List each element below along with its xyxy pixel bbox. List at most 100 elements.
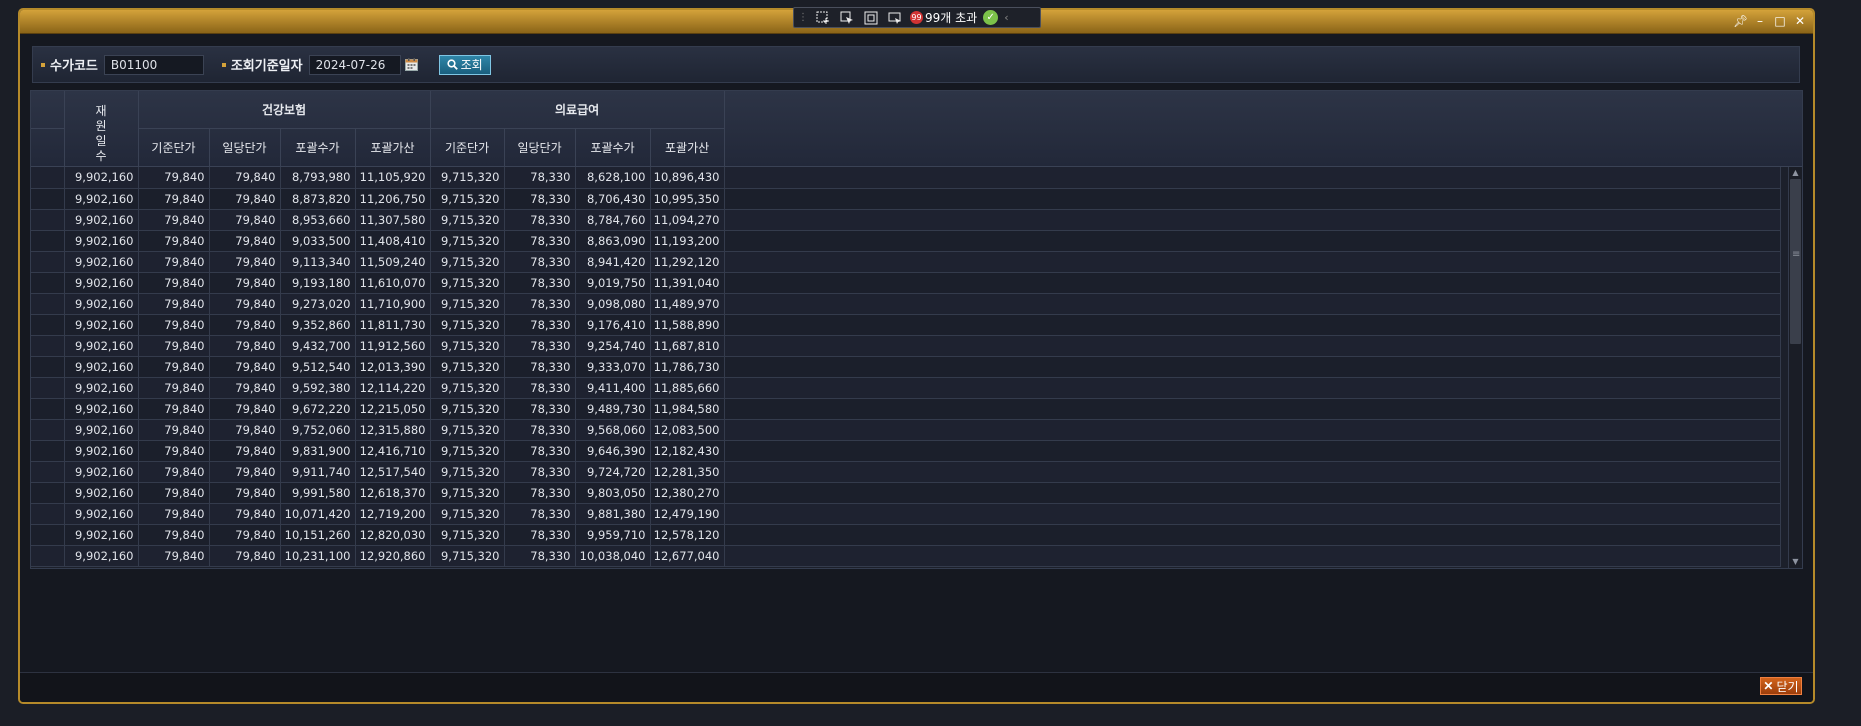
cell-base-price-aid[interactable]: 9,715,320	[430, 272, 505, 294]
cell-stay-days[interactable]: 9,902,160	[64, 440, 139, 462]
cell-bundle-addition[interactable]: 12,517,540	[355, 461, 431, 483]
cell-bundle-fee[interactable]: 9,592,380	[280, 377, 356, 399]
cell-bundle-addition-aid[interactable]: 11,786,730	[650, 356, 725, 378]
grip-icon[interactable]: ⋮	[798, 12, 808, 23]
table-row[interactable]: 9,902,160 79,840 79,840 9,831,900 12,416,710…	[31, 440, 1781, 462]
cell-base-price[interactable]: 79,840	[138, 293, 210, 315]
cell-bundle-addition[interactable]: 12,013,390	[355, 356, 431, 378]
table-row[interactable]: 9,902,160 79,840 79,840 8,793,980 11,105,920…	[31, 167, 1781, 189]
cell-bundle-addition-aid[interactable]: 11,885,660	[650, 377, 725, 399]
cell-base-price-aid[interactable]: 9,715,320	[430, 209, 505, 231]
cell-bundle-addition[interactable]: 12,215,050	[355, 398, 431, 420]
cell-stay-days[interactable]: 9,902,160	[64, 230, 139, 252]
cell-stay-days[interactable]: 9,902,160	[64, 335, 139, 357]
frame-select-icon[interactable]	[862, 10, 880, 26]
cell-stay-days[interactable]: 9,902,160	[64, 251, 139, 273]
cell-bundle-fee-aid[interactable]: 9,254,740	[575, 335, 651, 357]
date-input[interactable]	[308, 54, 401, 75]
table-row[interactable]: 9,902,160 79,840 79,840 9,352,860 11,811,730…	[31, 314, 1781, 336]
table-row[interactable]: 9,902,160 79,840 79,840 9,752,060 12,315,880…	[31, 419, 1781, 441]
cell-bundle-fee[interactable]: 9,033,500	[280, 230, 356, 252]
cell-base-price-aid[interactable]: 9,715,320	[430, 293, 505, 315]
cell-bundle-addition[interactable]: 12,114,220	[355, 377, 431, 399]
cell-bundle-fee-aid[interactable]: 9,411,400	[575, 377, 651, 399]
cell-bundle-fee-aid[interactable]: 8,941,420	[575, 251, 651, 273]
cell-bundle-fee[interactable]: 9,273,020	[280, 293, 356, 315]
table-row[interactable]: 9,902,160 79,840 79,840 9,273,020 11,710,900…	[31, 293, 1781, 315]
check-icon[interactable]: ✓	[983, 10, 999, 25]
cell-stay-days[interactable]: 9,902,160	[64, 356, 139, 378]
cell-bundle-addition-aid[interactable]: 12,479,190	[650, 503, 725, 525]
close-button[interactable]: ✕ 닫기	[1760, 677, 1802, 695]
cell-stay-days[interactable]: 9,902,160	[64, 503, 139, 525]
cell-bundle-fee[interactable]: 8,873,820	[280, 188, 356, 210]
cell-bundle-fee-aid[interactable]: 9,333,070	[575, 356, 651, 378]
cell-daily-price[interactable]: 79,840	[209, 503, 281, 525]
row-indicator[interactable]	[31, 503, 65, 525]
cell-daily-price[interactable]: 79,840	[209, 335, 281, 357]
cell-daily-price[interactable]: 79,840	[209, 293, 281, 315]
table-row[interactable]: 9,902,160 79,840 79,840 9,512,540 12,013,390…	[31, 356, 1781, 378]
cell-bundle-addition-aid[interactable]: 11,292,120	[650, 251, 725, 273]
cell-bundle-addition[interactable]: 11,811,730	[355, 314, 431, 336]
table-row[interactable]: 9,902,160 79,840 79,840 9,113,340 11,509,240…	[31, 251, 1781, 273]
cell-bundle-addition-aid[interactable]: 11,588,890	[650, 314, 725, 336]
cell-daily-price-aid[interactable]: 78,330	[504, 440, 576, 462]
cell-bundle-addition[interactable]: 11,912,560	[355, 335, 431, 357]
cell-daily-price-aid[interactable]: 78,330	[504, 377, 576, 399]
row-indicator[interactable]	[31, 230, 65, 252]
cell-stay-days[interactable]: 9,902,160	[64, 524, 139, 546]
column-header-stay-days[interactable]: 재원일수	[64, 91, 139, 167]
cell-base-price[interactable]: 79,840	[138, 398, 210, 420]
cell-base-price-aid[interactable]: 9,715,320	[430, 335, 505, 357]
cell-bundle-addition-aid[interactable]: 11,094,270	[650, 209, 725, 231]
cell-stay-days[interactable]: 9,902,160	[64, 293, 139, 315]
cell-bundle-fee[interactable]: 10,071,420	[280, 503, 356, 525]
cell-daily-price-aid[interactable]: 78,330	[504, 251, 576, 273]
cell-bundle-fee-aid[interactable]: 9,098,080	[575, 293, 651, 315]
cell-base-price[interactable]: 79,840	[138, 314, 210, 336]
cell-base-price[interactable]: 79,840	[138, 356, 210, 378]
cell-bundle-fee-aid[interactable]: 10,038,040	[575, 545, 651, 567]
cell-daily-price-aid[interactable]: 78,330	[504, 356, 576, 378]
table-row[interactable]: 9,902,160 79,840 79,840 9,193,180 11,610,070…	[31, 272, 1781, 294]
cell-bundle-fee[interactable]: 9,672,220	[280, 398, 356, 420]
column-header-daily-price-aid[interactable]: 일당단가	[504, 128, 576, 168]
cell-bundle-fee[interactable]: 10,231,100	[280, 545, 356, 567]
table-row[interactable]: 9,902,160 79,840 79,840 9,432,700 11,912,560…	[31, 335, 1781, 357]
cell-daily-price[interactable]: 79,840	[209, 524, 281, 546]
row-indicator[interactable]	[31, 293, 65, 315]
cell-daily-price[interactable]: 79,840	[209, 230, 281, 252]
cell-stay-days[interactable]: 9,902,160	[64, 314, 139, 336]
cell-bundle-addition-aid[interactable]: 11,687,810	[650, 335, 725, 357]
cell-base-price[interactable]: 79,840	[138, 461, 210, 483]
cell-base-price[interactable]: 79,840	[138, 188, 210, 210]
cell-base-price[interactable]: 79,840	[138, 230, 210, 252]
cell-daily-price[interactable]: 79,840	[209, 419, 281, 441]
cell-stay-days[interactable]: 9,902,160	[64, 272, 139, 294]
cell-bundle-fee-aid[interactable]: 9,019,750	[575, 272, 651, 294]
cell-bundle-addition[interactable]: 12,920,860	[355, 545, 431, 567]
cell-daily-price[interactable]: 79,840	[209, 356, 281, 378]
cell-bundle-fee-aid[interactable]: 8,863,090	[575, 230, 651, 252]
cell-bundle-addition[interactable]: 11,509,240	[355, 251, 431, 273]
cell-base-price[interactable]: 79,840	[138, 524, 210, 546]
cell-bundle-addition[interactable]: 12,618,370	[355, 482, 431, 504]
row-indicator[interactable]	[31, 167, 65, 189]
cell-base-price-aid[interactable]: 9,715,320	[430, 377, 505, 399]
cell-stay-days[interactable]: 9,902,160	[64, 461, 139, 483]
vertical-scrollbar[interactable]: ▲ ▼	[1788, 167, 1802, 568]
cell-base-price-aid[interactable]: 9,715,320	[430, 503, 505, 525]
cell-bundle-addition-aid[interactable]: 12,083,500	[650, 419, 725, 441]
cell-stay-days[interactable]: 9,902,160	[64, 398, 139, 420]
row-indicator[interactable]	[31, 461, 65, 483]
cell-daily-price-aid[interactable]: 78,330	[504, 293, 576, 315]
cell-bundle-fee-aid[interactable]: 9,724,720	[575, 461, 651, 483]
cell-bundle-addition-aid[interactable]: 12,578,120	[650, 524, 725, 546]
row-indicator[interactable]	[31, 440, 65, 462]
cell-daily-price-aid[interactable]: 78,330	[504, 188, 576, 210]
row-indicator[interactable]	[31, 335, 65, 357]
pointer-select-icon[interactable]	[838, 10, 856, 26]
cell-daily-price[interactable]: 79,840	[209, 314, 281, 336]
cell-daily-price[interactable]: 79,840	[209, 440, 281, 462]
